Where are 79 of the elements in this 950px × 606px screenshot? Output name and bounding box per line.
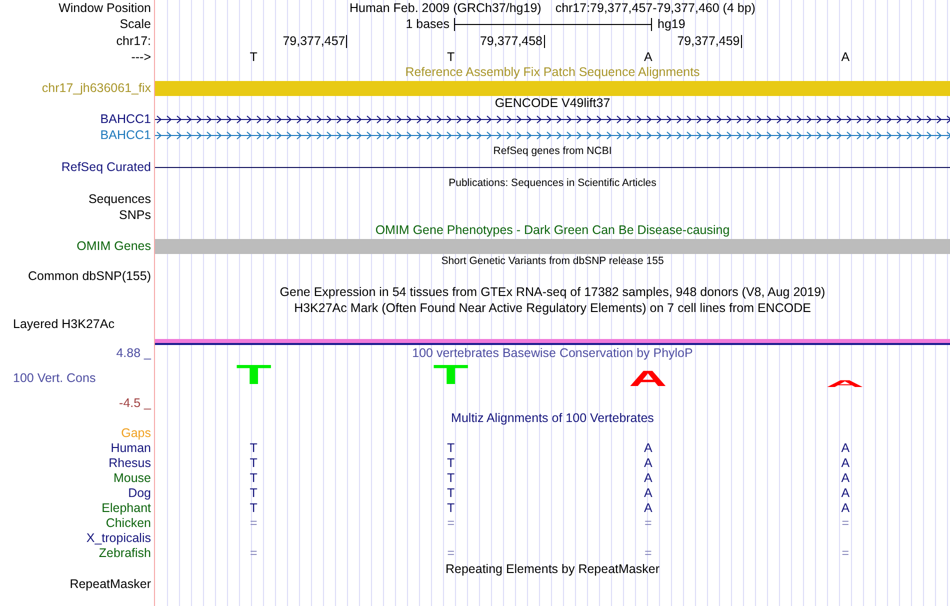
scale-text: hg19 (658, 18, 686, 31)
alignment-base: = (447, 517, 455, 530)
track-label[interactable]: RefSeq Curated (61, 160, 151, 174)
track-label: Scale (120, 18, 151, 31)
logo-letter: A (826, 380, 864, 387)
species-label[interactable]: Chicken (106, 517, 151, 530)
alignment-base: T (250, 502, 258, 515)
alignment-base: A (841, 442, 850, 455)
logo-letter: T (433, 366, 469, 387)
alignment-base: A (841, 472, 850, 485)
alignment-base: A (644, 442, 652, 455)
alignment-base: = (250, 517, 258, 530)
alignment-base: = (644, 547, 652, 560)
strand-label: ---> (131, 50, 151, 64)
alignment-base: T (447, 457, 455, 470)
alignment-base: T (447, 487, 455, 500)
track-title: Repeating Elements by RepeatMasker (445, 562, 660, 576)
coordinate-label: 79,377,457 (282, 35, 348, 48)
track-label: chr17: (116, 35, 151, 48)
assembly-title: Human Feb. 2009 (GRCh37/hg19) (350, 2, 542, 14)
logo-letter: A (629, 370, 668, 387)
track-label[interactable]: SNPs (119, 208, 151, 222)
track-label: Window Position (58, 2, 151, 14)
track-label[interactable]: Common dbSNP(155) (28, 270, 151, 283)
species-label[interactable]: Rhesus (108, 457, 151, 470)
alignment-base: = (250, 547, 258, 560)
alignment-base: T (250, 457, 258, 470)
scale-text: 1 bases (406, 18, 450, 31)
base-letter: A (644, 50, 652, 64)
alignment-base: = (447, 547, 455, 560)
alignment-base: = (842, 517, 850, 530)
alignment-base: A (644, 472, 652, 485)
axis-min-label: -4.5 _ (119, 396, 151, 410)
alignment-base: A (644, 487, 652, 500)
base-letter: T (447, 50, 455, 64)
coordinate-label: 79,377,458 (480, 35, 544, 48)
track-label[interactable]: Layered H3K27Ac (13, 318, 114, 330)
track-title: RefSeq genes from NCBI (493, 146, 612, 156)
track-title: Reference Assembly Fix Patch Sequence Alignments (405, 66, 700, 78)
alignment-base: = (842, 547, 850, 560)
alignment-base: A (841, 487, 850, 500)
track-title: H3K27Ac Mark (Often Found Near Active Regulatory Elements) on 7 cell lines from ENCODE (294, 302, 811, 314)
alignment-base: T (250, 487, 258, 500)
coordinate-label: 79,377,459 (677, 35, 742, 48)
species-label[interactable]: Elephant (102, 502, 151, 515)
track-title: GENCODE V49lift37 (494, 97, 610, 110)
alignment-base: A (841, 457, 850, 470)
alignment-base: = (644, 517, 652, 530)
gene-label[interactable]: BAHCC1 (100, 128, 151, 142)
track-label[interactable]: Sequences (88, 192, 151, 206)
track-label[interactable]: RepeatMasker (70, 578, 151, 590)
track-label[interactable]: OMIM Genes (76, 240, 151, 252)
alignment-base: T (447, 442, 455, 455)
species-label[interactable]: Dog (128, 487, 151, 500)
species-label[interactable]: Zebrafish (98, 547, 151, 560)
gene-feature[interactable] (155, 114, 950, 124)
alignment-base: A (841, 502, 850, 515)
base-letter: A (841, 50, 850, 64)
gene-label[interactable]: BAHCC1 (100, 112, 151, 126)
base-letter: T (250, 50, 258, 64)
track-title: Publications: Sequences in Scientific Articles (448, 178, 656, 188)
species-label[interactable]: Mouse (113, 472, 151, 485)
track-title: 100 vertebrates Basewise Conservation by PhyloP (412, 346, 693, 360)
alignment-base: T (447, 472, 455, 485)
track-title: Gene Expression in 54 tissues from GTEx RNA-seq of 17382 samples, 948 donors (V8, Aug 2019) (280, 286, 826, 298)
alignment-base: T (447, 502, 455, 515)
axis-max-label: 4.88 _ (116, 346, 151, 360)
alignment-base: T (250, 442, 258, 455)
track-title: Short Genetic Variants from dbSNP release 155 (441, 256, 664, 267)
alignment-base: T (250, 472, 258, 485)
species-label[interactable]: X_tropicalis (86, 532, 151, 545)
position-text: chr17:79,377,457-79,377,460 (4 bp) (555, 2, 756, 14)
species-label[interactable]: Human (110, 442, 151, 455)
logo-letter: T (236, 366, 272, 387)
track-label[interactable]: 100 Vert. Cons (13, 372, 96, 384)
alignment-base: A (644, 502, 652, 515)
alignment-base: A (644, 457, 652, 470)
track-title: Multiz Alignments of 100 Vertebrates (451, 412, 654, 425)
track-title: OMIM Gene Phenotypes - Dark Green Can Be Disease-causing (375, 224, 730, 237)
